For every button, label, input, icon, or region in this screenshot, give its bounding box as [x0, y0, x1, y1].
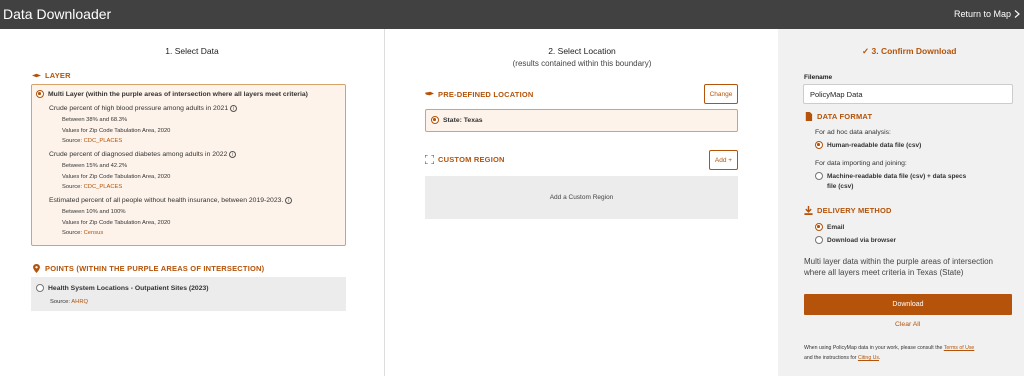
points-source-link[interactable]: AHRQ	[71, 299, 88, 305]
layer-2-name: Crude percent of diagnosed diabetes amon…	[49, 151, 237, 158]
points-item[interactable]: Health System Locations - Outpatient Sit…	[31, 277, 346, 311]
points-heading: POINTS (WITHIN THE PURPLE AREAS OF INTER…	[32, 264, 264, 273]
layer-3-range: Between 10% and 100%	[62, 209, 126, 215]
email-radio[interactable]	[815, 223, 823, 231]
points-option[interactable]: Health System Locations - Outpatient Sit…	[36, 284, 209, 292]
state-option[interactable]: State: Texas	[431, 116, 483, 124]
add-custom-region-area[interactable]: Add a Custom Region	[425, 176, 738, 219]
citing-us-link[interactable]: Citing Us	[858, 355, 879, 361]
machine-readable-radio[interactable]	[815, 172, 823, 180]
machine-readable-label-2: file (csv)	[827, 183, 854, 190]
layer-1-values: Values for Zip Code Tabulation Area, 202…	[62, 128, 171, 134]
select-data-title: 1. Select Data	[165, 46, 219, 56]
layer-3-values: Values for Zip Code Tabulation Area, 202…	[62, 220, 171, 226]
custom-region-heading-label: CUSTOM REGION	[438, 155, 505, 164]
points-source: Source: AHRQ	[50, 299, 89, 305]
return-to-map-label: Return to Map	[953, 9, 1011, 19]
layer-2-source: Source: CDC_PLACES	[62, 184, 123, 190]
layer-3-source: Source: Census	[62, 230, 104, 236]
download-button[interactable]: Download	[804, 294, 1012, 315]
email-option[interactable]: Email	[815, 223, 844, 231]
app-header: Data Downloader Return to Map	[0, 0, 1024, 29]
clear-all-link[interactable]: Clear All	[895, 321, 920, 328]
map-pin-icon	[33, 264, 40, 273]
select-location-subtitle: (results contained within this boundary)	[512, 59, 652, 68]
layer-1-name: Crude percent of high blood pressure amo…	[49, 105, 238, 112]
points-heading-label: POINTS (WITHIN THE PURPLE AREAS OF INTER…	[45, 264, 265, 273]
points-radio[interactable]	[36, 284, 44, 292]
human-readable-radio[interactable]	[815, 141, 823, 149]
info-icon[interactable]: i	[285, 197, 293, 204]
state-label: State: Texas	[443, 116, 483, 124]
multi-layer-option[interactable]: Multi Layer (within the purple areas of …	[36, 90, 308, 98]
confirm-download-panel: ✓ 3. Confirm Download Filename PolicyMap…	[778, 29, 1024, 376]
footer-line-2: and the instructions for Citing Us.	[804, 355, 881, 361]
app-title: Data Downloader	[3, 6, 112, 22]
layer-2-source-link[interactable]: CDC_PLACES	[84, 184, 123, 190]
layer-2-range: Between 15% and 42.2%	[62, 163, 128, 169]
filename-input[interactable]: PolicyMap Data	[803, 84, 1013, 104]
human-readable-label: Human-readable data file (csv)	[827, 141, 922, 149]
predefined-heading: PRE-DEFINED LOCATION	[425, 90, 534, 99]
download-icon	[804, 206, 813, 215]
change-location-button[interactable]: Change	[704, 84, 738, 104]
browser-radio[interactable]	[815, 236, 823, 244]
layers-icon	[32, 73, 41, 78]
layer-2-values: Values for Zip Code Tabulation Area, 202…	[62, 174, 171, 180]
delivery-label: DELIVERY METHOD	[817, 206, 892, 215]
importing-label: For data importing and joining:	[815, 160, 907, 167]
state-radio[interactable]	[431, 116, 439, 124]
info-icon[interactable]: i	[229, 151, 237, 158]
multi-layer-label: Multi Layer (within the purple areas of …	[48, 90, 308, 98]
add-region-button[interactable]: Add +	[709, 150, 738, 170]
human-readable-option[interactable]: Human-readable data file (csv)	[815, 141, 921, 149]
flag-icon	[425, 91, 434, 96]
predefined-heading-label: PRE-DEFINED LOCATION	[438, 90, 534, 99]
footer-line-1: When using PolicyMap data in your work, …	[804, 345, 975, 351]
filename-label: Filename	[804, 74, 833, 81]
layer-heading-label: LAYER	[45, 71, 71, 80]
delivery-heading: DELIVERY METHOD	[804, 206, 892, 215]
data-format-heading: DATA FORMAT	[804, 112, 872, 121]
summary-line-1: Multi layer data within the purple areas…	[804, 257, 993, 266]
custom-region-heading: CUSTOM REGION	[425, 155, 505, 164]
machine-readable-label: Machine-readable data file (csv) + data …	[827, 172, 967, 180]
points-label: Health System Locations - Outpatient Sit…	[48, 284, 209, 292]
browser-option[interactable]: Download via browser	[815, 236, 896, 244]
machine-readable-option[interactable]: Machine-readable data file (csv) + data …	[815, 172, 966, 180]
multi-layer-radio[interactable]	[36, 90, 44, 98]
layer-1-range: Between 38% and 68.3%	[62, 117, 128, 123]
data-format-label: DATA FORMAT	[817, 112, 873, 121]
summary-line-2: where all layers meet criteria in Texas …	[804, 268, 964, 277]
chevron-right-icon	[1014, 10, 1020, 18]
layer-3-name: Estimated percent of all people without …	[49, 197, 293, 204]
browser-label: Download via browser	[827, 236, 896, 244]
layer-heading: LAYER	[32, 71, 71, 80]
multi-layer-box[interactable]: Multi Layer (within the purple areas of …	[31, 84, 346, 246]
location-box[interactable]: State: Texas	[425, 109, 738, 132]
layer-1-source-link[interactable]: CDC_PLACES	[84, 138, 123, 144]
confirm-title: ✓ 3. Confirm Download	[862, 46, 957, 56]
check-icon: ✓	[862, 46, 870, 56]
layer-1-source: Source: CDC_PLACES	[62, 138, 123, 144]
email-label: Email	[827, 223, 845, 231]
select-location-panel: 2. Select Location (results contained wi…	[386, 29, 778, 376]
document-icon	[805, 112, 813, 121]
return-to-map-link[interactable]: Return to Map	[954, 9, 1020, 19]
layer-3-source-link[interactable]: Census	[84, 230, 104, 236]
expand-icon	[425, 155, 434, 164]
adhoc-label: For ad hoc data analysis:	[815, 129, 891, 136]
info-icon[interactable]: i	[230, 105, 238, 112]
select-data-panel: 1. Select Data LAYER Multi Layer (within…	[0, 29, 385, 376]
select-location-title: 2. Select Location	[548, 46, 616, 56]
terms-of-use-link[interactable]: Terms of Use	[944, 345, 975, 351]
